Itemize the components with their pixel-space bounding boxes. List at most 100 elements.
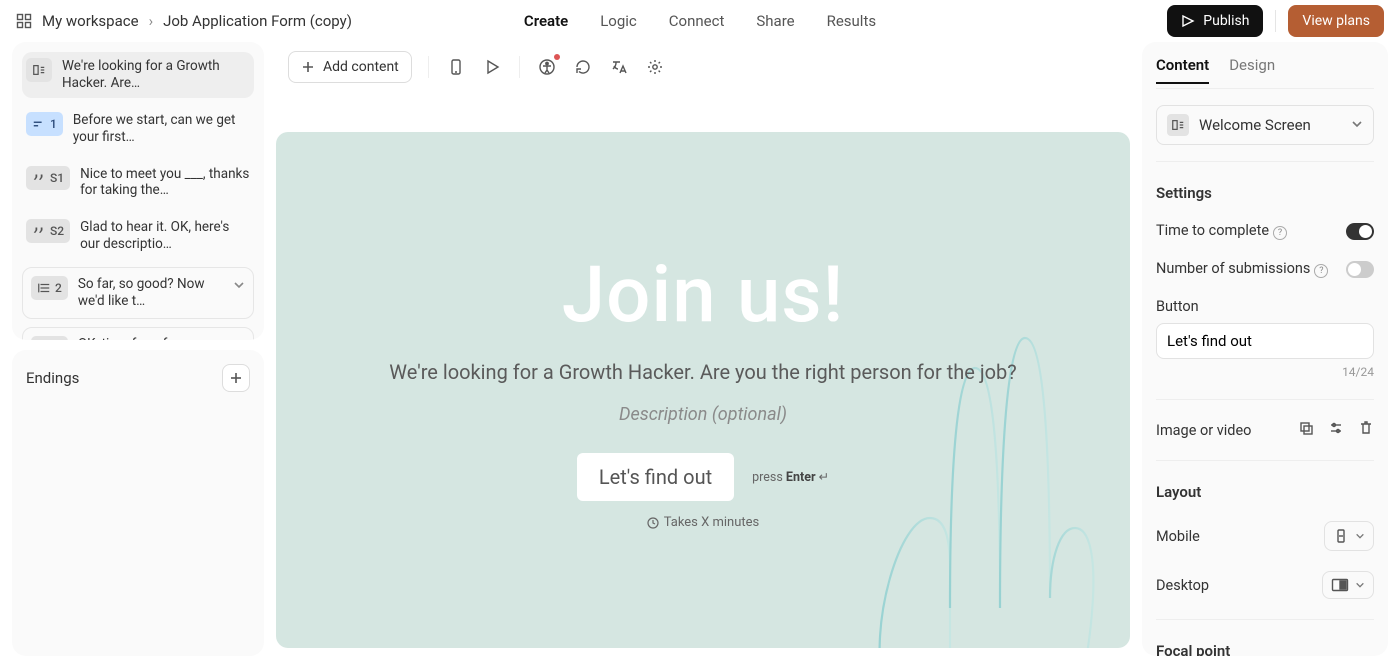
publish-button[interactable]: Publish xyxy=(1167,5,1263,37)
stage-cta-row: Let's find out press Enter ↵ xyxy=(389,453,1016,501)
question-badge: 1 xyxy=(50,117,57,131)
adjust-icon[interactable] xyxy=(1328,420,1344,440)
setting-label: Number of submissions? xyxy=(1156,260,1328,278)
welcome-icon xyxy=(26,58,52,82)
main-tabs: Create Logic Connect Share Results xyxy=(524,12,876,30)
char-count: 14/24 xyxy=(1156,365,1374,379)
question-badge: S1 xyxy=(50,171,64,185)
chevron-down-icon xyxy=(1355,531,1365,541)
mobile-layout-select[interactable] xyxy=(1324,521,1374,551)
chevron-down-icon[interactable] xyxy=(233,336,245,340)
desktop-label: Desktop xyxy=(1156,577,1209,594)
button-text-input[interactable] xyxy=(1156,323,1374,359)
publish-icon xyxy=(1181,14,1195,28)
question-text: Before we start, can we get your first… xyxy=(73,112,250,146)
toggle-time-to-complete[interactable] xyxy=(1346,223,1374,240)
hint-key: Enter xyxy=(786,470,816,485)
question-text: So far, so good? Now we'd like t… xyxy=(78,276,223,310)
tab-connect[interactable]: Connect xyxy=(669,12,725,30)
breadcrumb: My workspace › Job Application Form (cop… xyxy=(16,12,352,30)
view-plans-label: View plans xyxy=(1302,13,1370,29)
top-bar: My workspace › Job Application Form (cop… xyxy=(0,0,1400,42)
top-right-actions: Publish View plans xyxy=(1167,5,1384,37)
setting-desktop-layout: Desktop xyxy=(1156,561,1374,609)
help-icon[interactable]: ? xyxy=(1314,264,1328,278)
question-text: Glad to hear it. OK, here's our descript… xyxy=(80,219,250,253)
tab-results[interactable]: Results xyxy=(827,12,877,30)
mobile-label: Mobile xyxy=(1156,528,1200,545)
add-content-button[interactable]: Add content xyxy=(288,51,412,83)
time-text: Takes X minutes xyxy=(664,515,760,530)
stage-cta-button[interactable]: Let's find out xyxy=(577,453,734,501)
tab-create[interactable]: Create xyxy=(524,12,568,30)
short-text-icon: 1 xyxy=(26,112,63,136)
quote-icon: S1 xyxy=(26,166,70,190)
stage-time-estimate: Takes X minutes xyxy=(389,515,1016,530)
play-preview-icon[interactable] xyxy=(481,56,503,78)
add-content-label: Add content xyxy=(323,59,399,75)
divider xyxy=(1156,161,1374,162)
mobile-preview-icon[interactable] xyxy=(445,56,467,78)
setting-button-text: Button 14/24 xyxy=(1156,288,1374,389)
right-panel: Content Design Welcome Screen Settings T… xyxy=(1142,42,1388,656)
question-badge: S2 xyxy=(50,224,64,238)
plus-icon xyxy=(301,60,315,74)
setting-num-submissions: Number of submissions? xyxy=(1156,250,1374,288)
setting-label: Time to complete? xyxy=(1156,222,1287,240)
breadcrumb-separator: › xyxy=(149,12,154,30)
stage-title[interactable]: Join us! xyxy=(389,250,1016,341)
hint-prefix: press xyxy=(752,470,786,485)
clock-icon xyxy=(647,517,659,529)
accessibility-icon[interactable] xyxy=(536,56,558,78)
refresh-icon[interactable] xyxy=(572,56,594,78)
right-panel-tabs: Content Design xyxy=(1156,56,1374,89)
question-item-1[interactable]: 1 Before we start, can we get your first… xyxy=(22,106,254,152)
welcome-icon xyxy=(1167,114,1189,136)
setting-time-to-complete: Time to complete? xyxy=(1156,212,1374,250)
question-text: We're looking for a Growth Hacker. Are… xyxy=(62,58,250,92)
canvas-area: Add content xyxy=(276,42,1130,656)
desktop-layout-select[interactable] xyxy=(1322,571,1374,599)
quote-icon: S2 xyxy=(26,219,70,243)
translate-icon[interactable] xyxy=(608,56,630,78)
main-layout: We're looking for a Growth Hacker. Are… … xyxy=(0,42,1400,668)
settings-heading: Settings xyxy=(1156,172,1374,212)
desktop-layout-icon xyxy=(1331,578,1349,592)
notification-dot xyxy=(554,54,560,60)
screen-type-select[interactable]: Welcome Screen xyxy=(1156,105,1374,145)
mobile-layout-icon xyxy=(1333,528,1349,544)
chevron-down-icon xyxy=(1355,580,1365,590)
duplicate-icon[interactable] xyxy=(1298,420,1314,440)
question-badge: 2 xyxy=(55,281,62,295)
stage-description-placeholder[interactable]: Description (optional) xyxy=(389,404,1016,425)
tab-logic[interactable]: Logic xyxy=(600,12,637,30)
view-plans-button[interactable]: View plans xyxy=(1288,5,1384,37)
question-group-3[interactable]: 3 OK, time for a few "logic"… xyxy=(22,327,254,340)
toggle-num-submissions[interactable] xyxy=(1346,261,1374,278)
settings-gear-icon[interactable] xyxy=(644,56,666,78)
tab-design[interactable]: Design xyxy=(1229,56,1275,84)
screen-type-label: Welcome Screen xyxy=(1199,116,1311,134)
help-icon[interactable]: ? xyxy=(1273,226,1287,240)
question-text: Nice to meet you ___, thanks for taking … xyxy=(80,166,250,200)
breadcrumb-form[interactable]: Job Application Form (copy) xyxy=(163,12,352,30)
question-item-welcome[interactable]: We're looking for a Growth Hacker. Are… xyxy=(22,52,254,98)
image-video-label: Image or video xyxy=(1156,422,1251,439)
plus-icon xyxy=(229,371,243,385)
divider xyxy=(1275,10,1276,32)
chevron-down-icon[interactable] xyxy=(233,276,245,295)
breadcrumb-workspace[interactable]: My workspace xyxy=(42,12,139,30)
tab-share[interactable]: Share xyxy=(756,12,794,30)
endings-label: Endings xyxy=(26,369,79,387)
delete-icon[interactable] xyxy=(1358,420,1374,440)
setting-mobile-layout: Mobile xyxy=(1156,511,1374,561)
form-stage[interactable]: Join us! We're looking for a Growth Hack… xyxy=(276,132,1130,648)
layout-heading: Layout xyxy=(1156,471,1374,511)
question-text: OK, time for a few "logic"… xyxy=(78,336,223,340)
stage-subtitle[interactable]: We're looking for a Growth Hacker. Are y… xyxy=(389,359,1016,386)
question-group-2[interactable]: 2 So far, so good? Now we'd like t… xyxy=(22,267,254,319)
add-ending-button[interactable] xyxy=(222,364,250,392)
question-item-s1[interactable]: S1 Nice to meet you ___, thanks for taki… xyxy=(22,160,254,206)
question-item-s2[interactable]: S2 Glad to hear it. OK, here's our descr… xyxy=(22,213,254,259)
tab-content[interactable]: Content xyxy=(1156,56,1209,84)
